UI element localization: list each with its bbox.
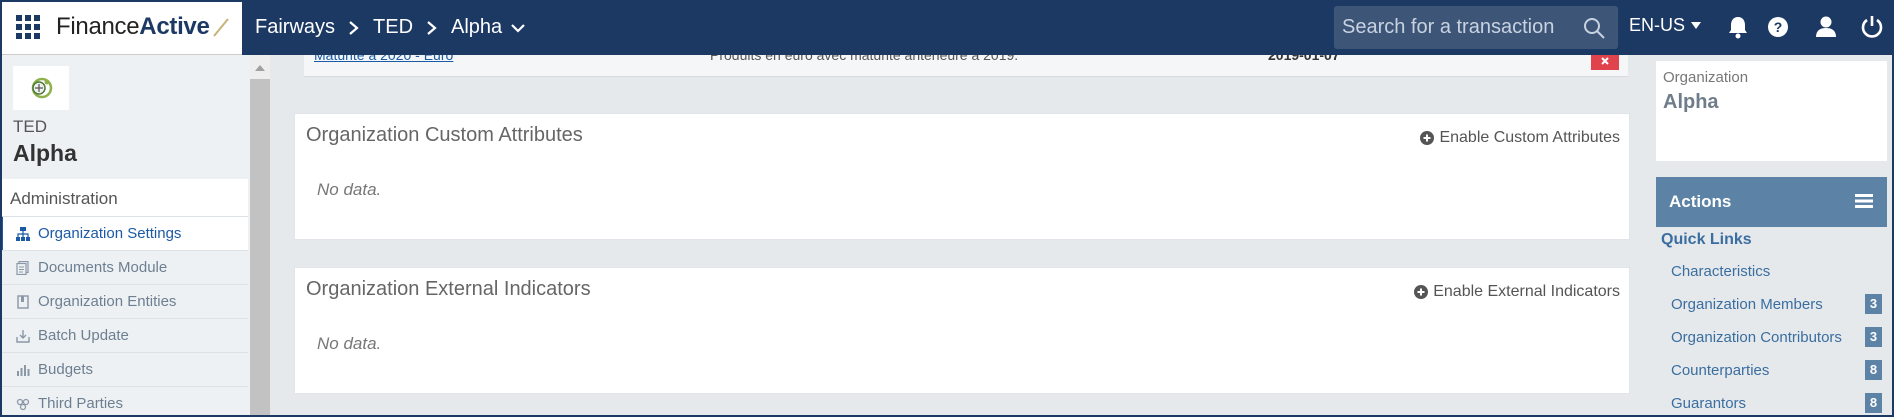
organization-value: Alpha xyxy=(1663,91,1719,113)
svg-text:?: ? xyxy=(1774,19,1783,35)
logo-text-active: Active xyxy=(139,13,210,40)
count-badge: 3 xyxy=(1865,327,1882,347)
quick-links-title: Quick Links xyxy=(1661,231,1752,248)
quick-link-label: Organization Members xyxy=(1671,296,1823,313)
left-sidebar: TED Alpha Administration Organization Se… xyxy=(0,55,250,417)
sidebar-item-label: Organization Entities xyxy=(38,293,177,310)
help-icon[interactable]: ? xyxy=(1765,14,1791,40)
sidebar-item-organization-settings[interactable]: Organization Settings xyxy=(0,216,248,250)
quick-link-counterparties[interactable]: Counterparties 8 xyxy=(1656,354,1887,387)
quick-link-characteristics[interactable]: Characteristics xyxy=(1656,255,1887,288)
breadcrumb: Fairways TED Alpha xyxy=(255,16,526,39)
quick-links-list: Characteristics Organization Members 3 O… xyxy=(1656,255,1887,417)
sidebar-item-label: Organization Settings xyxy=(38,225,182,242)
search-icon[interactable] xyxy=(1582,16,1606,40)
plus-circle-icon xyxy=(1420,131,1435,145)
book-icon xyxy=(17,294,29,309)
enable-external-indicators-button[interactable]: Enable External Indicators xyxy=(1414,283,1620,301)
row-description: Produits en euro avec maturité antérieur… xyxy=(710,55,1019,63)
organization-logo xyxy=(13,66,69,110)
panel-title: Organization External Indicators xyxy=(306,278,591,300)
quick-link-organization-contributors[interactable]: Organization Contributors 3 xyxy=(1656,321,1887,354)
sidebar-item-documents-module[interactable]: Documents Module xyxy=(0,250,248,284)
delete-button[interactable] xyxy=(1591,55,1619,70)
quick-link-label: Counterparties xyxy=(1671,362,1770,379)
panel-title: Organization Custom Attributes xyxy=(306,124,583,146)
organization-label: Organization xyxy=(1663,69,1749,86)
external-indicators-panel: Organization External Indicators Enable … xyxy=(294,267,1630,394)
close-icon xyxy=(1601,57,1609,65)
sidebar-item-budgets[interactable]: Budgets xyxy=(0,352,248,386)
sidebar-item-batch-update[interactable]: Batch Update xyxy=(0,318,248,352)
bell-icon[interactable] xyxy=(1725,14,1751,40)
action-label: Enable Custom Attributes xyxy=(1439,129,1620,146)
language-label: EN-US xyxy=(1629,15,1686,35)
sidebar-item-third-parties[interactable]: Third Parties xyxy=(0,386,248,417)
scroll-up-arrow-icon[interactable] xyxy=(255,65,265,71)
caret-down-icon xyxy=(1691,22,1702,29)
plus-circle-icon xyxy=(1414,285,1429,299)
enable-custom-attributes-button[interactable]: Enable Custom Attributes xyxy=(1420,129,1620,147)
main-content: Maturité à 2020 - Euro Produits en euro … xyxy=(270,55,1648,417)
breadcrumb-ted[interactable]: TED xyxy=(373,16,413,39)
actions-button[interactable]: Actions xyxy=(1656,177,1887,227)
quick-link-label: Organization Contributors xyxy=(1671,329,1842,346)
download-icon xyxy=(16,329,30,343)
actions-label: Actions xyxy=(1669,192,1732,211)
quick-link-organization-members[interactable]: Organization Members 3 xyxy=(1656,288,1887,321)
logo-text-finance: Finance xyxy=(56,13,140,40)
menu-list-icon xyxy=(1855,194,1873,208)
documents-icon xyxy=(16,260,29,275)
quick-link-guarantors[interactable]: Guarantors 8 xyxy=(1656,387,1887,417)
action-label: Enable External Indicators xyxy=(1433,283,1620,300)
logo-slash-icon xyxy=(212,18,229,37)
sidebar-scrollbar[interactable] xyxy=(250,55,270,417)
administration-title: Administration xyxy=(0,179,248,216)
organization-logo-icon xyxy=(31,77,53,99)
quick-link-label: Characteristics xyxy=(1671,263,1771,280)
users-icon xyxy=(16,398,30,410)
chevron-down-icon[interactable] xyxy=(510,22,526,34)
sitemap-icon xyxy=(16,226,30,241)
chevron-right-icon xyxy=(427,20,437,35)
sidebar-item-organization-entities[interactable]: Organization Entities xyxy=(0,284,248,318)
count-badge: 8 xyxy=(1865,393,1882,413)
organization-parent: TED xyxy=(13,117,47,136)
bar-chart-icon xyxy=(17,364,30,376)
row-link[interactable]: Maturité à 2020 - Euro xyxy=(314,55,453,63)
power-icon[interactable] xyxy=(1859,14,1885,40)
financeactive-logo[interactable]: Finance Active xyxy=(56,13,231,41)
organization-name: Alpha xyxy=(13,140,77,166)
search-input[interactable] xyxy=(1342,16,1572,39)
right-sidebar: Organization Alpha Actions Quick Links C… xyxy=(1648,55,1894,417)
custom-attributes-panel: Organization Custom Attributes Enable Cu… xyxy=(294,113,1630,240)
top-navbar: FinanceActive Fairways TED Alpha EN-US ? xyxy=(0,0,1894,55)
chevron-right-icon xyxy=(349,20,359,35)
organization-info-box: Organization Alpha xyxy=(1656,61,1887,161)
sidebar-item-label: Documents Module xyxy=(38,259,168,276)
sidebar-item-label: Batch Update xyxy=(38,327,129,344)
sidebar-item-label: Third Parties xyxy=(38,395,124,412)
scrollbar-thumb[interactable] xyxy=(250,79,270,417)
organization-card: TED Alpha xyxy=(0,55,248,179)
table-row: Maturité à 2020 - Euro Produits en euro … xyxy=(304,55,1628,77)
breadcrumb-alpha[interactable]: Alpha xyxy=(451,16,502,39)
breadcrumb-fairways[interactable]: Fairways xyxy=(255,16,335,39)
row-date: 2019-01-07 xyxy=(1268,55,1340,63)
language-selector[interactable]: EN-US xyxy=(1629,15,1702,36)
sidebar-item-label: Budgets xyxy=(38,361,94,378)
count-badge: 8 xyxy=(1865,360,1882,380)
empty-state-text: No data. xyxy=(317,334,382,353)
user-icon[interactable] xyxy=(1813,14,1839,40)
apps-grid-icon[interactable] xyxy=(0,0,56,55)
quick-link-label: Guarantors xyxy=(1671,395,1747,412)
administration-menu: Organization Settings Documents Module O… xyxy=(0,216,248,417)
brand-area: Finance Active xyxy=(0,0,242,55)
count-badge: 3 xyxy=(1865,294,1882,314)
search-box xyxy=(1334,6,1618,49)
empty-state-text: No data. xyxy=(317,180,382,199)
